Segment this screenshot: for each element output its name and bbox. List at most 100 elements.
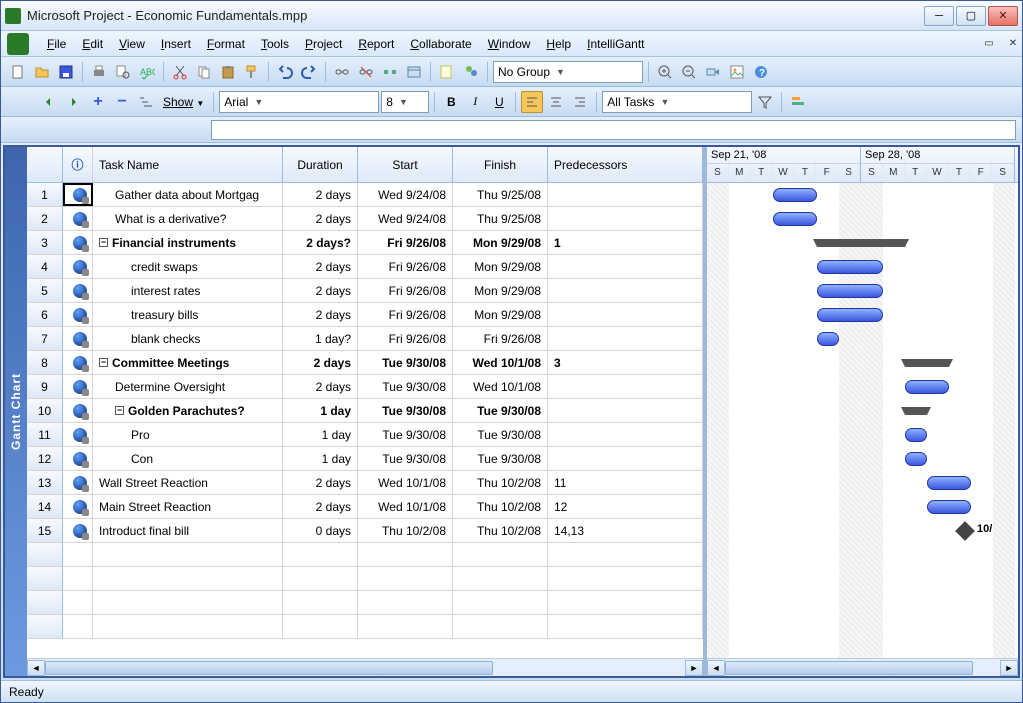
cell-finish[interactable]: Thu 10/2/08	[453, 495, 548, 518]
cell-predecessors[interactable]: 1	[548, 231, 703, 254]
column-header-duration[interactable]: Duration	[283, 147, 358, 182]
table-hscroll[interactable]: ◄ ►	[27, 658, 703, 676]
help-icon[interactable]: ?	[750, 61, 772, 83]
cell-taskname[interactable]: Pro	[93, 423, 283, 446]
table-row[interactable]	[27, 543, 703, 567]
cell-taskname[interactable]: Main Street Reaction	[93, 495, 283, 518]
cell-start[interactable]	[358, 567, 453, 590]
cell-duration[interactable]: 2 days	[283, 255, 358, 278]
menu-format[interactable]: Format	[199, 34, 253, 54]
minimize-button[interactable]: ─	[924, 6, 954, 26]
goto-task-icon[interactable]	[702, 61, 724, 83]
cell-finish[interactable]: Wed 10/1/08	[453, 375, 548, 398]
task-bar[interactable]	[927, 476, 971, 490]
info-cell[interactable]	[63, 183, 93, 206]
cell-taskname[interactable]: credit swaps	[93, 255, 283, 278]
table-row[interactable]: 10−Golden Parachutes?1 dayTue 9/30/08Tue…	[27, 399, 703, 423]
align-right-icon[interactable]	[569, 91, 591, 113]
cell-duration[interactable]: 2 days	[283, 375, 358, 398]
view-bar[interactable]: Gantt Chart	[5, 147, 27, 676]
cut-icon[interactable]	[169, 61, 191, 83]
cell-start[interactable]: Wed 10/1/08	[358, 471, 453, 494]
column-header-taskname[interactable]: Task Name	[93, 147, 283, 182]
cell-start[interactable]	[358, 543, 453, 566]
gantt-wizard-icon[interactable]	[787, 91, 809, 113]
cell-start[interactable]: Thu 10/2/08	[358, 519, 453, 542]
table-row[interactable]: 12Con1 dayTue 9/30/08Tue 9/30/08	[27, 447, 703, 471]
cell-duration[interactable]	[283, 543, 358, 566]
italic-icon[interactable]: I	[464, 91, 486, 113]
split-task-icon[interactable]	[379, 61, 401, 83]
cell-taskname[interactable]: Gather data about Mortgag	[93, 183, 283, 206]
cell-start[interactable]: Fri 9/26/08	[358, 327, 453, 350]
copy-picture-icon[interactable]	[726, 61, 748, 83]
table-row[interactable]: 2What is a derivative?2 daysWed 9/24/08T…	[27, 207, 703, 231]
cell-predecessors[interactable]	[548, 207, 703, 230]
row-number[interactable]	[27, 567, 63, 590]
task-notes-icon[interactable]	[436, 61, 458, 83]
column-header-finish[interactable]: Finish	[453, 147, 548, 182]
milestone-icon[interactable]	[955, 521, 975, 541]
cell-predecessors[interactable]: 11	[548, 471, 703, 494]
show-menu[interactable]: Show ▼	[159, 95, 208, 109]
info-cell[interactable]	[63, 351, 93, 374]
zoom-out-icon[interactable]	[678, 61, 700, 83]
info-cell[interactable]	[63, 327, 93, 350]
row-number[interactable]: 8	[27, 351, 63, 374]
cell-duration[interactable]: 2 days	[283, 279, 358, 302]
format-painter-icon[interactable]	[241, 61, 263, 83]
cell-start[interactable]: Tue 9/30/08	[358, 447, 453, 470]
info-cell[interactable]	[63, 519, 93, 542]
menu-help[interactable]: Help	[538, 34, 579, 54]
cell-start[interactable]: Tue 9/30/08	[358, 375, 453, 398]
table-row[interactable]: 3−Financial instruments2 days?Fri 9/26/0…	[27, 231, 703, 255]
cell-predecessors[interactable]: 12	[548, 495, 703, 518]
row-number[interactable]: 5	[27, 279, 63, 302]
collapse-icon[interactable]: −	[115, 406, 124, 415]
column-header-start[interactable]: Start	[358, 147, 453, 182]
info-cell[interactable]	[63, 279, 93, 302]
cell-taskname[interactable]	[93, 543, 283, 566]
cell-duration[interactable]: 1 day	[283, 423, 358, 446]
cell-duration[interactable]	[283, 591, 358, 614]
cell-finish[interactable]: Mon 9/29/08	[453, 255, 548, 278]
cell-taskname[interactable]: treasury bills	[93, 303, 283, 326]
table-row[interactable]: 5interest rates2 daysFri 9/26/08Mon 9/29…	[27, 279, 703, 303]
cell-taskname[interactable]: interest rates	[93, 279, 283, 302]
table-row[interactable]: 4credit swaps2 daysFri 9/26/08Mon 9/29/0…	[27, 255, 703, 279]
maximize-button[interactable]: ▢	[956, 6, 986, 26]
cell-duration[interactable]: 2 days?	[283, 231, 358, 254]
autofilter-icon[interactable]	[754, 91, 776, 113]
cell-finish[interactable]: Thu 10/2/08	[453, 519, 548, 542]
info-cell[interactable]	[63, 423, 93, 446]
cell-duration[interactable]: 1 day?	[283, 327, 358, 350]
filter-combo[interactable]: All Tasks▼	[602, 91, 752, 113]
cell-start[interactable]: Fri 9/26/08	[358, 255, 453, 278]
table-row[interactable]: 1Gather data about Mortgag2 daysWed 9/24…	[27, 183, 703, 207]
cell-duration[interactable]: 2 days	[283, 303, 358, 326]
summary-bar[interactable]	[905, 359, 949, 367]
info-cell[interactable]	[63, 615, 93, 638]
cell-taskname[interactable]: Determine Oversight	[93, 375, 283, 398]
cell-taskname[interactable]: Con	[93, 447, 283, 470]
task-bar[interactable]	[817, 308, 883, 322]
cell-finish[interactable]	[453, 591, 548, 614]
info-cell[interactable]	[63, 567, 93, 590]
task-bar[interactable]	[905, 452, 927, 466]
info-cell[interactable]	[63, 591, 93, 614]
info-cell[interactable]	[63, 207, 93, 230]
cell-duration[interactable]: 0 days	[283, 519, 358, 542]
info-cell[interactable]	[63, 375, 93, 398]
info-cell[interactable]	[63, 495, 93, 518]
align-left-icon[interactable]	[521, 91, 543, 113]
row-number[interactable]: 15	[27, 519, 63, 542]
cell-taskname[interactable]: −Committee Meetings	[93, 351, 283, 374]
cell-duration[interactable]: 2 days	[283, 183, 358, 206]
show-outline-icon[interactable]	[135, 91, 157, 113]
menu-report[interactable]: Report	[350, 34, 402, 54]
hide-subtasks-icon[interactable]: −	[111, 91, 133, 113]
cell-predecessors[interactable]: 3	[548, 351, 703, 374]
info-cell[interactable]	[63, 447, 93, 470]
cell-taskname[interactable]	[93, 567, 283, 590]
row-number[interactable]: 11	[27, 423, 63, 446]
